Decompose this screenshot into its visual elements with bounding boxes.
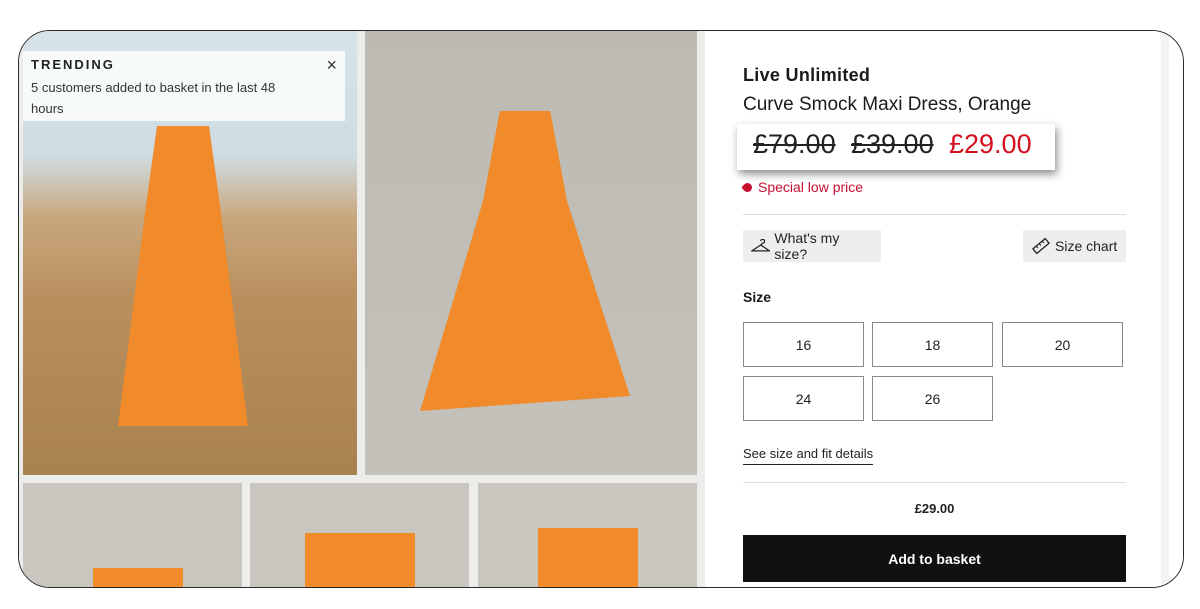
whats-my-size-label: What's my size? [774,230,840,262]
price-block: £79.00 £39.00 £29.00 [737,124,1055,170]
dress-shape [305,533,415,587]
trending-banner: TRENDING 5 customers added to basket in … [23,51,345,121]
add-to-basket-button[interactable]: Add to basket [743,535,1126,582]
current-price: £29.00 [949,129,1032,159]
size-option-18[interactable]: 18 [872,322,993,367]
trending-title: TRENDING [31,57,115,72]
size-chart-button[interactable]: Size chart [1023,230,1126,262]
scrollbar[interactable] [1161,31,1169,587]
summary-price: £29.00 [914,501,955,516]
brand-name[interactable]: Live Unlimited [743,65,870,86]
dress-shape [93,568,183,587]
size-heading: Size [743,289,772,305]
thumbnail-image-2[interactable] [250,483,469,587]
divider [743,482,1126,483]
size-option-20[interactable]: 20 [1002,322,1123,367]
thumbnail-image-1[interactable] [23,483,242,587]
dress-shape [118,126,248,426]
size-option-24[interactable]: 24 [743,376,864,421]
image-gallery: TRENDING 5 customers added to basket in … [19,31,705,587]
previous-price: £39.00 [851,129,934,159]
original-price: £79.00 [753,129,836,159]
size-option-16[interactable]: 16 [743,322,864,367]
tag-icon [741,181,754,194]
size-chart-label: Size chart [1055,238,1118,254]
whats-my-size-button[interactable]: What's my size? [743,230,881,262]
trending-text: 5 customers added to basket in the last … [31,80,276,116]
size-fit-details-link[interactable]: See size and fit details [743,446,874,465]
product-info-panel: Live Unlimited Curve Smock Maxi Dress, O… [705,31,1183,587]
ruler-icon [1032,237,1050,255]
dress-shape [420,111,630,411]
product-title: Curve Smock Maxi Dress, Orange [743,94,1032,115]
thumbnail-image-3[interactable] [478,483,697,587]
size-option-26[interactable]: 26 [872,376,993,421]
special-price-note: Special low price [741,179,864,195]
special-price-text: Special low price [758,179,864,195]
product-image-front[interactable] [365,31,697,475]
close-icon[interactable]: × [326,55,337,76]
product-page-frame: TRENDING 5 customers added to basket in … [18,30,1184,588]
dress-shape [538,528,638,587]
divider [743,214,1126,215]
hanger-icon [751,239,771,252]
